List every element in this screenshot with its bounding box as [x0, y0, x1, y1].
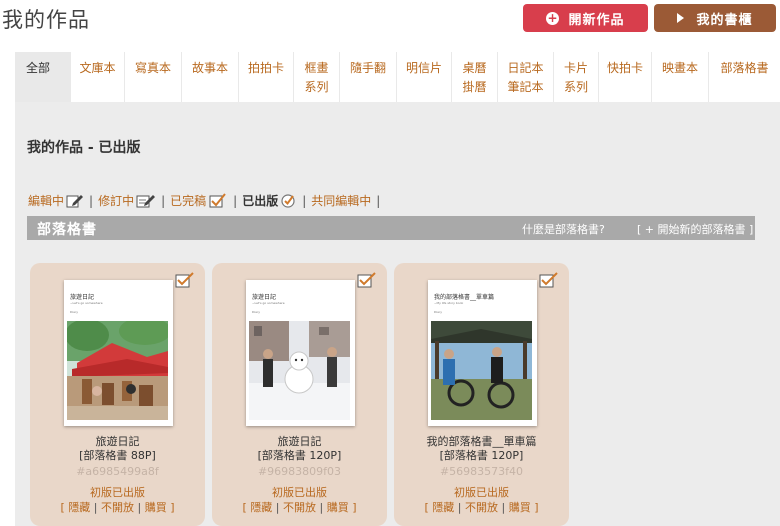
cover-title: 我的部落格書__單車篇 [434, 294, 495, 301]
cover-subtitle: ~My life story book [434, 301, 464, 305]
cover-photo [249, 321, 350, 420]
tab-photobook[interactable]: 寫真本 [125, 52, 181, 102]
work-id: #96983809f03 [257, 465, 342, 478]
work-id: #56983573f40 [439, 465, 524, 478]
work-card[interactable]: 我的部落格書__單車篇 ~My life story book Diary 我的… [394, 263, 569, 526]
my-bookshelf-button[interactable]: 我的書櫃 [654, 4, 776, 32]
work-type-pages: [部落格書 120P] [439, 449, 524, 462]
cover-photo [67, 321, 168, 420]
work-type-pages: [部落格書 120P] [257, 449, 342, 462]
category-header-bar: 部落格書 什麼是部落格書? [ + 開始新的部落格書 ] [27, 216, 755, 240]
book-cover[interactable]: 旅遊日記 ~Let's go somewhere Diary [64, 280, 173, 426]
work-card[interactable]: 旅遊日記 ~Let's go somewhere Diary 旅遊日記 [部落格… [212, 263, 387, 526]
category-title: 部落格書 [37, 222, 97, 238]
work-id: #a6985499a8f [76, 465, 159, 478]
cover-label: Diary [70, 310, 78, 314]
tab-paperback[interactable]: 文庫本 [71, 52, 124, 102]
tab-frame-series[interactable]: 框畫 系列 [294, 52, 339, 102]
cover-photo [431, 321, 532, 420]
cover-title: 旅遊日記 [252, 294, 277, 301]
pencil-icon [66, 195, 84, 208]
work-actions: [ 隱藏 | 不開放 | 購買 ] [424, 501, 539, 514]
my-bookshelf-label: 我的書櫃 [696, 12, 753, 28]
tab-card-series[interactable]: 卡片 系列 [554, 52, 598, 102]
play-icon [677, 13, 685, 23]
work-title: 旅遊日記 [95, 435, 140, 448]
tab-postcard[interactable]: 明信片 [397, 52, 451, 102]
tab-diary-notebook[interactable]: 日記本 筆記本 [498, 52, 553, 102]
filter-editing[interactable]: 編輯中 [28, 192, 84, 209]
tab-calendar[interactable]: 桌曆 掛曆 [452, 52, 497, 102]
private-link[interactable]: 不開放 [283, 501, 316, 514]
buy-link[interactable]: 購買 ] [145, 501, 175, 514]
tab-film-book[interactable]: 映畫本 [652, 52, 708, 102]
book-cover[interactable]: 我的部落格書__單車篇 ~My life story book Diary [428, 280, 537, 426]
buy-link[interactable]: 購買 ] [327, 501, 357, 514]
start-new-blog-book-link[interactable]: [ + 開始新的部落格書 ] [637, 221, 753, 237]
check-circle-icon [281, 194, 295, 208]
checkbox-icon[interactable] [175, 272, 195, 288]
cover-subtitle: ~Let's go somewhere [252, 301, 285, 305]
cover-label: Diary [252, 310, 260, 314]
private-link[interactable]: 不開放 [101, 501, 134, 514]
tab-all[interactable]: 全部 [15, 52, 61, 102]
new-work-label: 開新作品 [568, 12, 625, 28]
what-is-blog-book-link[interactable]: 什麼是部落格書? [522, 221, 605, 237]
section-title: 我的作品 - 已出版 [27, 140, 141, 156]
category-tabs: 全部 文庫本 寫真本 故事本 拍拍卡 框畫 系列 隨手翻 明信片 桌曆 掛曆 日記本… [15, 52, 780, 102]
hide-link[interactable]: [ 隱藏 [61, 501, 91, 514]
filter-co-editing[interactable]: 共同編輯中 [311, 192, 371, 209]
book-cover[interactable]: 旅遊日記 ~Let's go somewhere Diary [246, 280, 355, 426]
checkbox-icon [209, 193, 226, 208]
checkbox-icon[interactable] [357, 272, 377, 288]
tab-storybook[interactable]: 故事本 [182, 52, 238, 102]
work-card[interactable]: 旅遊日記 ~Let's go somewhere Diary 旅遊日記 [部落格… [30, 263, 205, 526]
plus-icon: + [546, 10, 560, 25]
tab-blog-book[interactable]: 部落格書 [709, 52, 780, 102]
work-actions: [ 隱藏 | 不開放 | 購買 ] [60, 501, 175, 514]
work-actions: [ 隱藏 | 不開放 | 購買 ] [242, 501, 357, 514]
checkbox-icon[interactable] [539, 272, 559, 288]
filter-published[interactable]: 已出版 [242, 192, 297, 209]
work-title: 旅遊日記 [277, 435, 322, 448]
hide-link[interactable]: [ 隱藏 [425, 501, 455, 514]
new-work-button[interactable]: + 開新作品 [523, 4, 648, 32]
edit-document-icon [136, 195, 156, 208]
tab-photo-card[interactable]: 拍拍卡 [239, 52, 293, 102]
private-link[interactable]: 不開放 [465, 501, 498, 514]
tab-flipbook[interactable]: 隨手翻 [340, 52, 396, 102]
work-type-pages: [部落格書 88P] [79, 449, 156, 462]
filter-completed[interactable]: 已完稿 [170, 192, 228, 209]
work-title: 我的部落格書__單車篇 [426, 435, 537, 448]
publish-status: 初版已出版 [272, 486, 327, 499]
publish-status: 初版已出版 [454, 486, 509, 499]
status-filter-bar: 編輯中 | 修訂中 | 已完稿 | 已出版 | 共同編輯中 | [28, 192, 381, 209]
cover-subtitle: ~Let's go somewhere [70, 301, 103, 305]
tab-quick-card[interactable]: 快拍卡 [599, 52, 651, 102]
hide-link[interactable]: [ 隱藏 [243, 501, 273, 514]
publish-status: 初版已出版 [90, 486, 145, 499]
cover-label: Diary [434, 310, 442, 314]
cover-title: 旅遊日記 [70, 294, 95, 301]
filter-revising[interactable]: 修訂中 [98, 192, 156, 209]
page-title: 我的作品 [2, 8, 90, 32]
buy-link[interactable]: 購買 ] [509, 501, 539, 514]
